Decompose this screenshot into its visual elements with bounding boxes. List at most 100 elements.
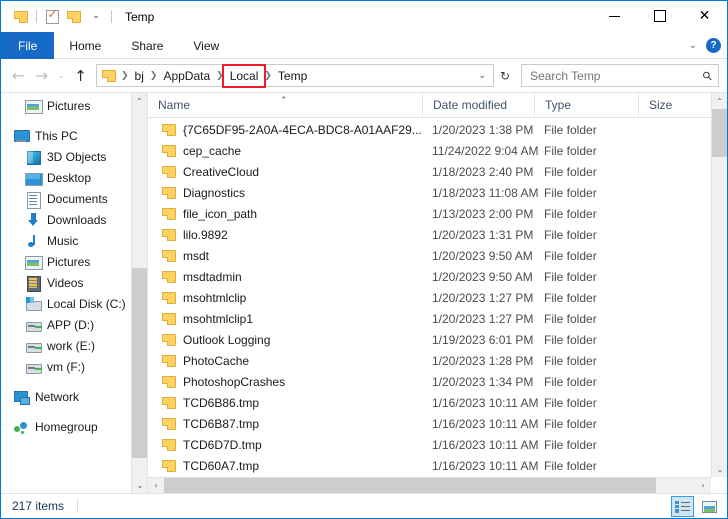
nav-group-gap bbox=[1, 377, 147, 386]
sidebar-item-vm-f[interactable]: vm (F:) bbox=[1, 356, 147, 377]
sidebar-scrollbar[interactable]: ⌃ ⌄ bbox=[131, 93, 147, 493]
table-row[interactable]: lilo.9892 1/20/2023 1:31 PM File folder bbox=[148, 224, 711, 245]
view-buttons bbox=[671, 494, 721, 519]
qat-separator-1 bbox=[36, 10, 37, 23]
tab-view[interactable]: View bbox=[178, 32, 234, 59]
search-box[interactable]: ⚲ bbox=[521, 64, 719, 87]
title-bar: Customize Quick Access Toolbar ⌄ Temp ✕ bbox=[1, 1, 727, 32]
table-row[interactable]: msohtmlclip1 1/20/2023 1:27 PM File folder bbox=[148, 308, 711, 329]
file-scroll-down-button[interactable]: ⌄ bbox=[712, 461, 727, 477]
file-name-label: TCD6B86.tmp bbox=[183, 395, 260, 410]
file-date-cell: 1/16/2023 10:11 AM bbox=[432, 458, 539, 473]
close-button[interactable]: ✕ bbox=[682, 1, 727, 31]
table-row[interactable]: PhotoCache 1/20/2023 1:28 PM File folder bbox=[148, 350, 711, 371]
sidebar-item-videos[interactable]: Videos bbox=[1, 272, 147, 293]
help-icon[interactable]: ? bbox=[706, 38, 721, 53]
minimize-button[interactable] bbox=[592, 1, 637, 31]
table-row[interactable]: TCD6B86.tmp 1/16/2023 10:11 AM File folder bbox=[148, 392, 711, 413]
file-type-cell: File folder bbox=[544, 374, 597, 389]
tab-file[interactable]: File bbox=[1, 32, 55, 59]
table-row[interactable]: file_icon_path 1/13/2023 2:00 PM File fold… bbox=[148, 203, 711, 224]
breadcrumb-item-local[interactable]: Local bbox=[221, 63, 267, 88]
breadcrumb-item-appdata[interactable]: AppData bbox=[159, 68, 214, 84]
column-header-type[interactable]: Type bbox=[534, 93, 638, 118]
folder-icon[interactable] bbox=[10, 6, 32, 28]
table-row[interactable]: Outlook Logging 1/19/2023 6:01 PM File fol… bbox=[148, 329, 711, 350]
table-row[interactable]: Diagnostics 1/18/2023 11:08 AM File folder bbox=[148, 182, 711, 203]
folder-icon bbox=[162, 312, 176, 325]
file-name-label: msohtmlclip1 bbox=[183, 311, 254, 326]
back-button[interactable]: ← bbox=[7, 64, 30, 87]
tab-share[interactable]: Share bbox=[116, 32, 178, 59]
homegroup-icon bbox=[13, 419, 29, 435]
sidebar-item-network[interactable]: Network bbox=[1, 386, 147, 407]
hscroll-thumb[interactable] bbox=[164, 477, 656, 493]
large-icons-view-button[interactable] bbox=[698, 496, 721, 517]
table-row[interactable]: msdtadmin 1/20/2023 9:50 AM File folder bbox=[148, 266, 711, 287]
recent-locations-icon[interactable]: ⌄ bbox=[53, 64, 69, 87]
music-icon bbox=[25, 233, 41, 249]
file-type-cell: File folder bbox=[544, 206, 597, 221]
table-row[interactable]: cep_cache 11/24/2022 9:04 AM File folder bbox=[148, 140, 711, 161]
sidebar-item-desktop[interactable]: Desktop bbox=[1, 167, 147, 188]
sidebar-scroll-thumb[interactable] bbox=[132, 268, 147, 458]
sidebar-item-homegroup[interactable]: Homegroup bbox=[1, 416, 147, 437]
file-date-cell: 1/18/2023 2:40 PM bbox=[432, 164, 534, 179]
sidebar-item-local-disk-c[interactable]: Local Disk (C:) bbox=[1, 293, 147, 314]
sidebar-item-pictures[interactable]: Pictures bbox=[1, 95, 147, 116]
chevron-down-icon[interactable]: ⌄ bbox=[471, 71, 493, 81]
breadcrumb-item-bj[interactable]: bj bbox=[131, 68, 148, 84]
sidebar-item-pictures[interactable]: Pictures bbox=[1, 251, 147, 272]
sidebar-item-work-e[interactable]: work (E:) bbox=[1, 335, 147, 356]
file-name-cell: msdtadmin bbox=[148, 270, 422, 284]
table-row[interactable]: PhotoshopCrashes 1/20/2023 1:34 PM File fo… bbox=[148, 371, 711, 392]
file-list-scrollbar[interactable]: ⌃ ⌄ bbox=[711, 93, 727, 477]
chevron-down-icon[interactable]: ⌄ bbox=[689, 40, 697, 51]
chevron-down-icon[interactable]: Customize Quick Access Toolbar ⌄ bbox=[85, 6, 107, 28]
sidebar-item-label: Videos bbox=[47, 275, 84, 290]
large-icons-view-icon bbox=[702, 500, 717, 513]
file-scroll-thumb[interactable] bbox=[712, 109, 727, 157]
file-list-horizontal-scrollbar[interactable]: ‹ › bbox=[148, 477, 711, 493]
file-date-cell: 1/20/2023 1:28 PM bbox=[432, 353, 534, 368]
column-header-size[interactable]: Size bbox=[638, 93, 711, 118]
sidebar-item-label: Music bbox=[47, 233, 79, 248]
sidebar-item-music[interactable]: Music bbox=[1, 230, 147, 251]
details-view-button[interactable] bbox=[671, 496, 694, 517]
breadcrumb[interactable]: ❯ bj ❯ AppData ❯ Local ❯ Temp ⌄ bbox=[96, 63, 494, 88]
table-row[interactable]: msdt 1/20/2023 9:50 AM File folder bbox=[148, 245, 711, 266]
column-header-date-modified[interactable]: Date modified bbox=[422, 93, 534, 118]
table-row[interactable]: TCD6B87.tmp 1/16/2023 10:11 AM File folder bbox=[148, 413, 711, 434]
tab-home[interactable]: Home bbox=[54, 32, 116, 59]
sidebar-scroll-down-button[interactable]: ⌄ bbox=[132, 477, 147, 493]
table-row[interactable]: msohtmlclip 1/20/2023 1:27 PM File folder bbox=[148, 287, 711, 308]
sidebar-item-3d-objects[interactable]: 3D Objects bbox=[1, 146, 147, 167]
table-row[interactable]: CreativeCloud 1/18/2023 2:40 PM File folde… bbox=[148, 161, 711, 182]
folder-icon bbox=[162, 165, 176, 178]
file-scroll-up-button[interactable]: ⌃ bbox=[712, 93, 727, 109]
search-input[interactable] bbox=[528, 67, 704, 84]
table-row[interactable]: {7C65DF95-2A0A-4ECA-BDC8-A01AAF29... 1/20… bbox=[148, 119, 711, 140]
up-button[interactable]: ↑ bbox=[69, 64, 92, 87]
file-name-label: TCD60A7.tmp bbox=[183, 458, 260, 473]
table-row[interactable]: TCD60A7.tmp 1/16/2023 10:11 AM File folder bbox=[148, 455, 711, 476]
sidebar-item-downloads[interactable]: Downloads bbox=[1, 209, 147, 230]
hscroll-right-button[interactable]: › bbox=[695, 481, 711, 490]
breadcrumb-item-temp[interactable]: Temp bbox=[274, 68, 311, 84]
folder-icon bbox=[162, 207, 176, 220]
file-type-cell: File folder bbox=[544, 143, 597, 158]
hscroll-left-button[interactable]: ‹ bbox=[148, 481, 164, 490]
file-date-cell: 1/20/2023 9:50 AM bbox=[432, 269, 533, 284]
sidebar-scroll-up-button[interactable]: ⌃ bbox=[132, 93, 147, 109]
maximize-button[interactable] bbox=[637, 1, 682, 31]
refresh-icon[interactable]: ↻ bbox=[494, 69, 516, 83]
column-header-name[interactable]: Name ⌃ bbox=[148, 93, 422, 118]
sidebar-item-documents[interactable]: Documents bbox=[1, 188, 147, 209]
new-folder-icon[interactable] bbox=[63, 6, 85, 28]
table-row[interactable]: TCD6D7D.tmp 1/16/2023 10:11 AM File folder bbox=[148, 434, 711, 455]
folder-icon bbox=[162, 354, 176, 367]
properties-icon[interactable] bbox=[41, 6, 63, 28]
forward-button[interactable]: → bbox=[30, 64, 53, 87]
sidebar-item-app-d[interactable]: APP (D:) bbox=[1, 314, 147, 335]
sidebar-item-this-pc[interactable]: This PC bbox=[1, 125, 147, 146]
